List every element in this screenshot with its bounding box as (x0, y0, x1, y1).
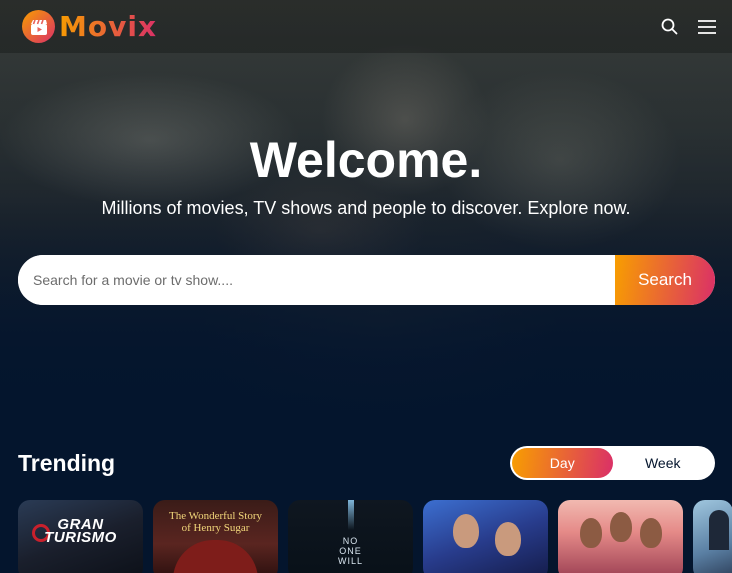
movix-home-page: Movix Welcome. Millions of movies, TV sh… (0, 0, 732, 573)
trending-title: Trending (18, 450, 116, 476)
poster-art (495, 522, 521, 556)
hero-subtitle: Millions of movies, TV shows and people … (101, 198, 631, 218)
poster-card[interactable] (693, 500, 732, 573)
hero-content: Welcome. Millions of movies, TV shows an… (0, 128, 732, 220)
poster-card[interactable]: The Wonderful Story of Henry Sugar (153, 500, 278, 573)
poster-art (640, 518, 662, 548)
tab-day[interactable]: Day (512, 448, 613, 478)
search-input[interactable] (18, 255, 615, 305)
poster-card[interactable]: NO ONE WILL (288, 500, 413, 573)
trending-carousel: GRAN TURISMO The Wonderful Story of Henr… (18, 500, 732, 573)
poster-title: NO ONE WILL (337, 536, 363, 566)
search-icon[interactable] (660, 18, 678, 36)
poster-card[interactable] (558, 500, 683, 573)
poster-title: GRAN TURISMO (44, 516, 117, 546)
poster-card[interactable]: GRAN TURISMO (18, 500, 143, 573)
poster-card[interactable] (423, 500, 548, 573)
header-actions (660, 18, 716, 36)
poster-art (453, 514, 479, 548)
hero-title: Welcome. (249, 132, 483, 188)
hero-search-bar: Search (18, 255, 715, 305)
poster-art (580, 518, 602, 548)
brand-name: Movix (59, 10, 158, 43)
movie-clapper-icon (22, 10, 55, 43)
tab-week[interactable]: Week (613, 448, 714, 478)
trending-switch-tabs: Day Week (510, 446, 715, 480)
poster-art (709, 510, 729, 550)
site-header: Movix (0, 0, 732, 53)
logo[interactable]: Movix (22, 10, 157, 43)
search-button[interactable]: Search (615, 255, 715, 305)
hero-backdrop-image (0, 0, 732, 440)
poster-art (173, 540, 258, 573)
poster-art (610, 512, 632, 542)
poster-title: The Wonderful Story of Henry Sugar (168, 510, 262, 534)
poster-art (348, 500, 354, 530)
hamburger-menu-icon[interactable] (698, 18, 716, 36)
